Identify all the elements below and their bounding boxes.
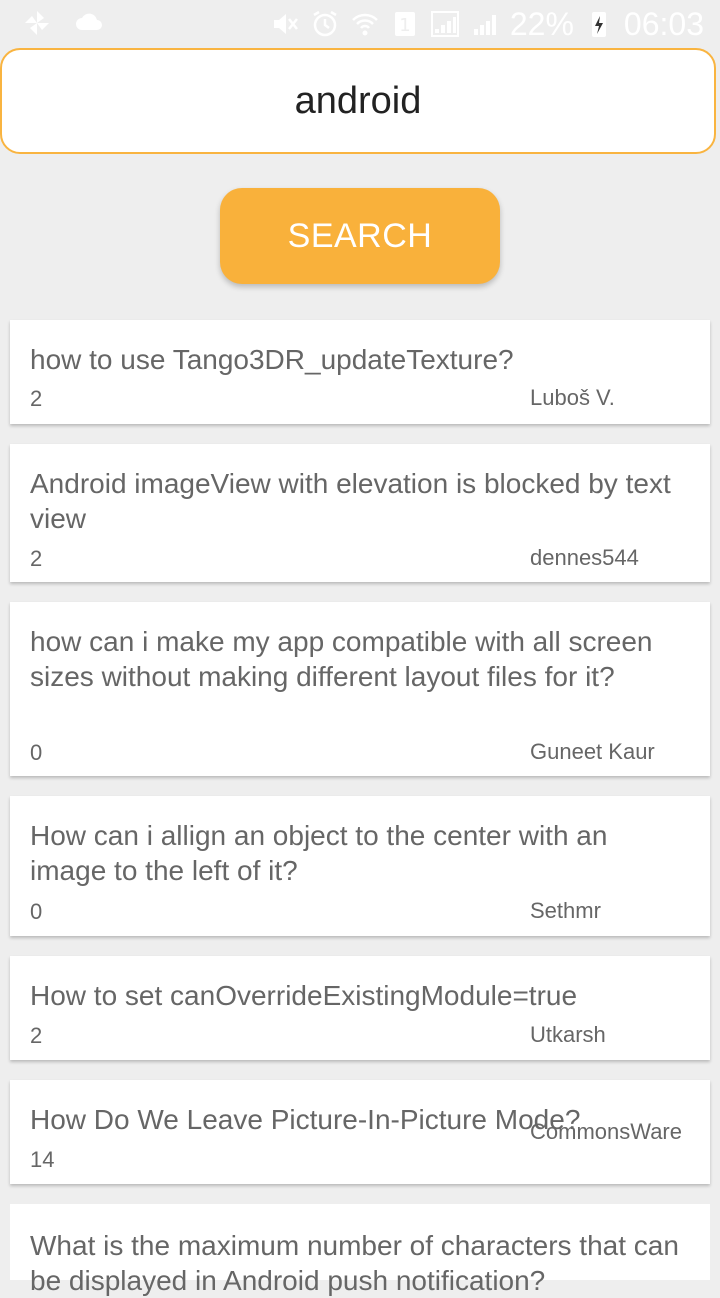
result-card[interactable]: Android imageView with elevation is bloc…: [10, 444, 710, 582]
result-card[interactable]: How Do We Leave Picture-In-Picture Mode?…: [10, 1080, 710, 1184]
cloud-icon: [74, 8, 104, 38]
result-title: Android imageView with elevation is bloc…: [30, 468, 671, 534]
result-title: how can i make my app compatible with al…: [30, 626, 653, 692]
signal-icon: [470, 9, 500, 39]
result-author: dennes544: [530, 545, 639, 570]
battery-percent: 22%: [509, 6, 574, 42]
result-author: CommonsWare: [530, 1119, 682, 1144]
result-author: Sethmr: [530, 898, 601, 923]
result-card[interactable]: how can i make my app compatible with al…: [10, 602, 710, 776]
result-title: how to use Tango3DR_updateTexture?: [30, 344, 514, 375]
search-input[interactable]: android: [0, 48, 716, 154]
charging-icon: [584, 9, 614, 39]
result-title: How can i allign an object to the center…: [30, 820, 608, 886]
mute-icon: [270, 9, 300, 39]
alarm-icon: [310, 9, 340, 39]
result-score: 2: [30, 546, 43, 571]
result-score: 2: [30, 386, 43, 411]
result-author: Utkarsh: [530, 1022, 606, 1047]
search-query: android: [294, 79, 422, 122]
result-card[interactable]: How can i allign an object to the center…: [10, 796, 710, 936]
result-author: Luboš V.: [530, 385, 615, 410]
result-author: Guneet Kaur: [530, 739, 655, 764]
result-card[interactable]: What is the maximum number of characters…: [10, 1204, 710, 1296]
clock: 06:03: [623, 6, 704, 42]
result-score: 0: [30, 899, 43, 924]
wifi-icon: [350, 9, 380, 39]
result-card[interactable]: how to use Tango3DR_updateTexture? 2 Lub…: [10, 320, 710, 424]
pinwheel-icon: [22, 8, 52, 38]
search-button[interactable]: SEARCH: [220, 188, 500, 284]
result-score: 14: [30, 1147, 55, 1172]
result-score: 0: [30, 740, 43, 765]
signal-icon: [430, 9, 460, 39]
result-card[interactable]: How to set canOverrideExistingModule=tru…: [10, 956, 710, 1060]
result-title: How to set canOverrideExistingModule=tru…: [30, 980, 578, 1011]
result-score: 2: [30, 1023, 43, 1048]
result-title: What is the maximum number of characters…: [30, 1230, 679, 1296]
status-bar: 1 22% 06:03: [0, 0, 720, 48]
sim-icon: 1: [390, 9, 420, 39]
svg-text:1: 1: [399, 15, 410, 36]
